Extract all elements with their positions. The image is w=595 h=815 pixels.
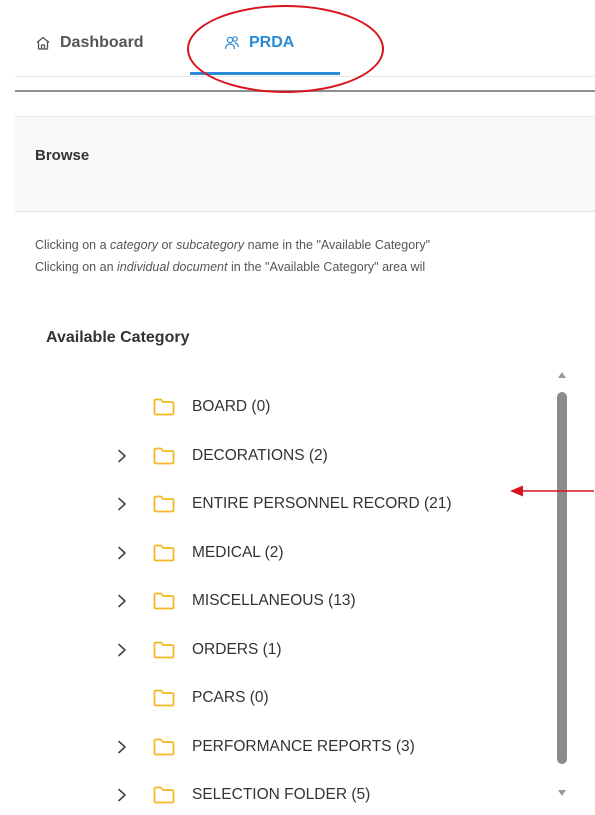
section-divider [15,90,595,92]
active-tab-indicator [190,72,340,75]
users-icon [224,35,240,51]
category-row[interactable]: PERFORMANCE REPORTS (3) [0,727,540,767]
category-label[interactable]: PCARS (0) [192,689,269,707]
chevron-right-icon[interactable] [115,594,129,608]
category-row[interactable]: ENTIRE PERSONNEL RECORD (21) [0,484,540,524]
instruction-line-2: Clicking on an individual document in th… [35,260,426,274]
chevron-right-icon[interactable] [115,497,129,511]
scroll-down-arrow[interactable] [558,790,566,796]
category-row[interactable]: ORDERS (1) [0,630,540,670]
tab-dashboard[interactable]: Dashboard [35,31,144,55]
folder-icon [153,398,175,416]
category-row[interactable]: MISCELLANEOUS (13) [0,581,540,621]
category-row[interactable]: DECORATIONS (2) [0,436,540,476]
folder-icon [153,495,175,513]
tab-dashboard-label: Dashboard [60,34,144,51]
category-label[interactable]: PERFORMANCE REPORTS (3) [192,738,415,756]
browse-title: Browse [35,147,90,164]
chevron-right-icon[interactable] [115,449,129,463]
chevron-right-icon[interactable] [115,788,129,802]
browse-header-panel: Browse [15,116,595,212]
folder-icon [153,689,175,707]
available-category-title: Available Category [46,329,190,346]
category-label[interactable]: ORDERS (1) [192,641,282,659]
category-label[interactable]: MEDICAL (2) [192,544,284,562]
pointer-arrow-annotation [510,485,594,497]
category-row[interactable]: PCARS (0) [0,678,540,718]
folder-icon [153,641,175,658]
instruction-line-1: Clicking on a category or subcategory na… [35,238,431,252]
tab-divider [15,76,595,77]
category-label[interactable]: MISCELLANEOUS (13) [192,592,356,610]
folder-icon [153,786,175,804]
chevron-right-icon[interactable] [115,643,129,657]
category-row[interactable]: BOARD (0) [0,387,540,427]
scroll-up-arrow[interactable] [558,372,566,378]
category-label[interactable]: DECORATIONS (2) [192,447,328,465]
folder-icon [153,544,175,561]
folder-icon [153,738,175,755]
home-icon [35,35,51,51]
category-label[interactable]: ENTIRE PERSONNEL RECORD (21) [192,495,452,513]
chevron-right-icon[interactable] [115,740,129,754]
category-label[interactable]: BOARD (0) [192,398,270,416]
tab-bar: Dashboard PRDA [0,0,595,75]
category-row[interactable]: MEDICAL (2) [0,533,540,573]
tab-prda[interactable]: PRDA [224,31,294,55]
chevron-right-icon[interactable] [115,546,129,560]
category-label[interactable]: SELECTION FOLDER (5) [192,786,370,804]
tab-prda-label: PRDA [249,34,295,51]
folder-icon [153,447,175,464]
scrollbar-thumb[interactable] [557,392,567,764]
category-row[interactable]: SELECTION FOLDER (5) [0,775,540,815]
folder-icon [153,592,175,610]
